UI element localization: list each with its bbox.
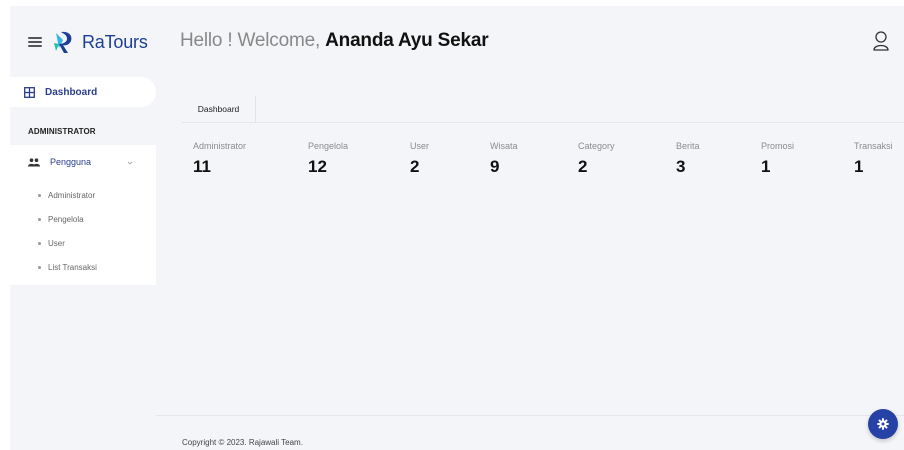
stat-label: User [410,141,430,151]
gear-icon [877,418,889,430]
brand: RaTours [28,28,148,56]
sidebar-subitem-label: User [48,239,65,248]
users-icon [28,157,40,166]
bullet-icon [38,194,41,197]
sidebar: RaTours Dashboard ADMINISTRATOR Pengguna [10,6,156,450]
hamburger-icon[interactable] [28,37,42,47]
page-greeting: Hello ! Welcome, Ananda Ayu Sekar [180,30,489,52]
settings-button[interactable] [868,409,898,439]
grid-icon [24,86,35,98]
stat-berita: Berita 3 [676,141,700,177]
stat-label: Wisata [490,141,518,151]
sidebar-subitem-pengelola[interactable]: Pengelola [38,215,84,224]
sidebar-subitem-label: Administrator [48,191,96,200]
sidebar-subitem-label: Pengelola [48,215,84,224]
stat-promosi: Promosi 1 [761,141,794,177]
stat-transaksi: Transaksi 1 [854,141,893,177]
bullet-icon [38,242,41,245]
stat-label: Pengelola [308,141,349,151]
sidebar-submenu: Pengguna Administrator Pengelola User Li… [10,145,156,285]
stat-label: Transaksi [854,141,893,151]
chevron-down-icon[interactable] [126,159,134,167]
sidebar-item-pengguna[interactable]: Pengguna [28,157,138,167]
stat-label: Berita [676,141,700,151]
stat-value: 2 [578,157,588,176]
stat-value: 1 [854,157,864,176]
bullet-icon [38,266,41,269]
bullet-icon [38,218,41,221]
tab-dashboard[interactable]: Dashboard [182,96,256,122]
stat-label: Administrator [193,141,247,151]
brand-name[interactable]: RaTours [82,32,148,53]
sidebar-subitem-user[interactable]: User [38,239,65,248]
sidebar-item-label: Dashboard [45,86,98,98]
stat-label: Category [578,141,615,151]
stat-value: 9 [490,157,500,176]
app-frame: RaTours Dashboard ADMINISTRATOR Pengguna [10,6,904,450]
ratours-logo-icon [54,31,72,53]
sidebar-section-title: ADMINISTRATOR [28,127,96,136]
user-name: Ananda Ayu Sekar [325,30,489,51]
sidebar-subitem-label: List Transaksi [48,263,97,272]
copyright-text: Copyright © 2023. Rajawali Team. [182,438,303,447]
stat-administrator: Administrator 11 [193,141,246,177]
stat-label: Promosi [761,141,795,151]
stat-value: 1 [761,157,771,176]
tab-divider [182,122,904,123]
sidebar-item-dashboard[interactable]: Dashboard [10,77,156,107]
footer-divider [156,415,904,416]
stat-value: 11 [193,157,211,176]
stat-value: 2 [410,157,420,176]
user-icon[interactable] [872,30,890,52]
stat-category: Category 2 [578,141,615,177]
stat-pengelola: Pengelola 12 [308,141,348,177]
stat-user: User 2 [410,141,429,177]
greeting-text: Hello ! Welcome, [180,30,326,51]
stat-wisata: Wisata 9 [490,141,518,177]
sidebar-subitem-administrator[interactable]: Administrator [38,191,95,200]
sidebar-item-label: Pengguna [50,157,92,167]
sidebar-subitem-list-transaksi[interactable]: List Transaksi [38,263,97,272]
stat-value: 12 [308,157,327,176]
stat-value: 3 [676,157,686,176]
